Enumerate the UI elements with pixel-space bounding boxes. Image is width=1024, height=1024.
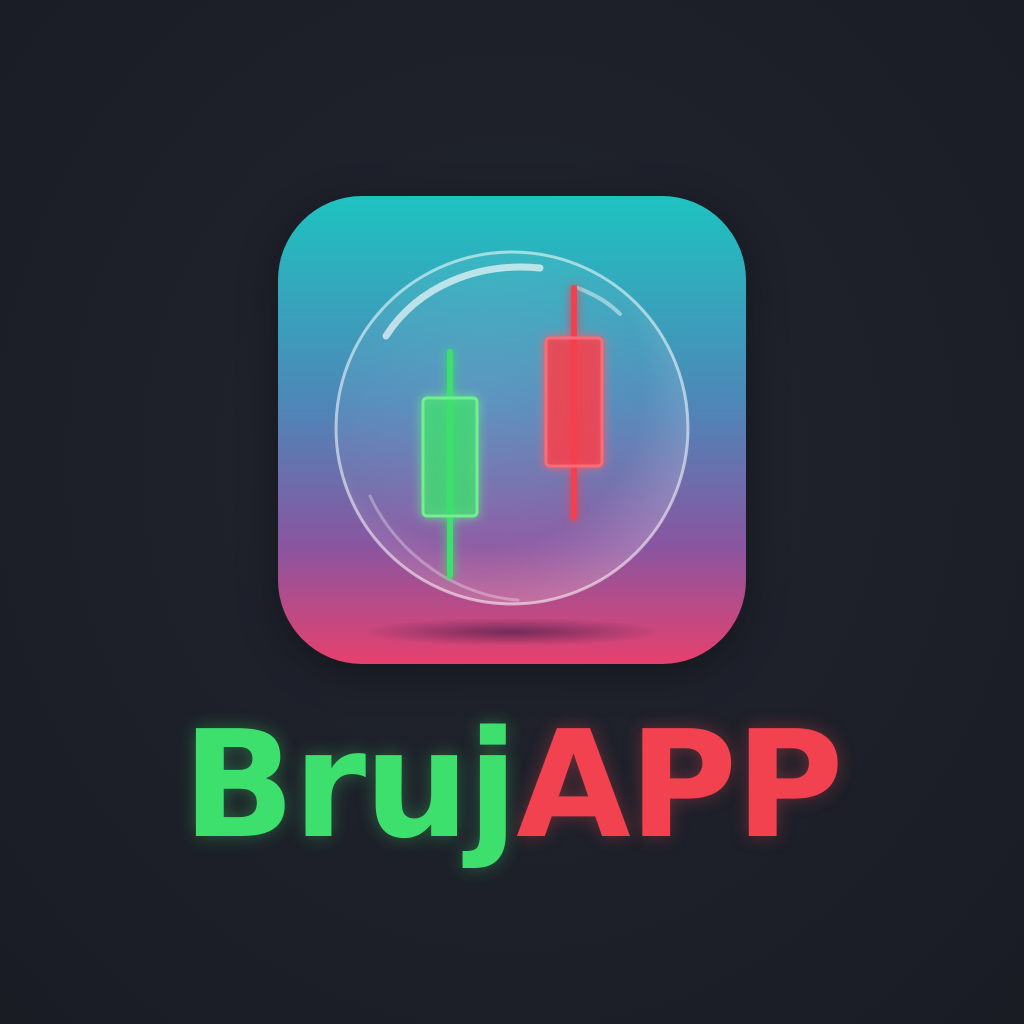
bubble	[334, 250, 690, 606]
app-icon	[278, 196, 746, 664]
wordmark-part-app: APP	[516, 699, 843, 871]
candlestick-bubble-icon	[278, 196, 746, 664]
bubble-shadow	[362, 618, 662, 646]
wordmark-part-bruj: Bruj	[182, 699, 518, 871]
logo-canvas: BrujAPP	[0, 0, 1024, 1024]
brand-wordmark: BrujAPP	[0, 700, 1024, 870]
